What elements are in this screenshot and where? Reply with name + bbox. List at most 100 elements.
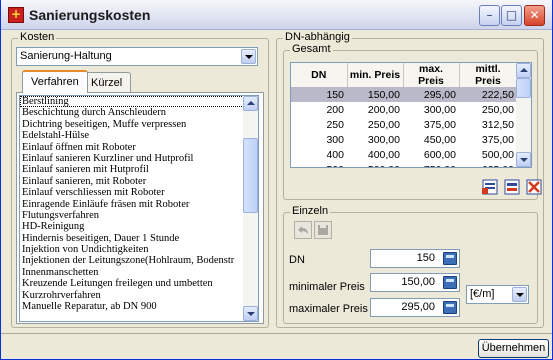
tab-kuerzel-label: Kürzel <box>91 77 123 89</box>
calculator-icon[interactable] <box>443 301 457 314</box>
list-item[interactable]: HD-Reinigung <box>20 221 258 232</box>
window-title: Sanierungskosten <box>29 7 151 23</box>
max-price-value: 295,00 <box>401 301 435 313</box>
dn-group-label: DN-abhängig <box>283 31 352 43</box>
table-cell: 375,00 <box>423 118 456 131</box>
table-cell: 250,00 <box>367 118 400 131</box>
list-item[interactable]: Berstlining <box>20 96 258 108</box>
table-cell: 150,00 <box>347 87 403 102</box>
chevron-down-icon[interactable] <box>512 287 527 302</box>
tab-verfahren-label: Verfahren <box>31 76 79 88</box>
list-item[interactable]: Dichtring beseitigen, Muffe verpressen <box>20 119 258 130</box>
unit-select[interactable]: [€/m] <box>466 285 529 304</box>
col-min-preis[interactable]: min. Preis <box>347 63 404 87</box>
table-cell: 312,50 <box>481 118 514 131</box>
scroll-down-icon[interactable] <box>516 152 531 167</box>
minimize-button[interactable]: – <box>479 5 500 26</box>
dn-scrollbar[interactable] <box>516 63 531 167</box>
main-window: + Sanierungskosten – □ ✕ Kosten Sanierun… <box>0 0 553 360</box>
scroll-thumb[interactable] <box>243 138 258 213</box>
kosten-select-value: Sanierung-Haltung <box>20 50 112 62</box>
table-cell: 300,00 <box>367 133 400 146</box>
table-cell: 500,00 <box>347 162 403 168</box>
kosten-select[interactable]: Sanierung-Haltung <box>16 47 258 66</box>
list-item[interactable]: Injektionen der Leitungszone(Hohlraum, B… <box>20 255 258 266</box>
dn-label: DN <box>289 254 305 266</box>
dn-grid: DN min. Preis max. Preis mittl. Preis 15… <box>291 63 518 168</box>
list-item[interactable]: Manuelle Reparatur, ab DN 900 <box>20 301 258 312</box>
gesamt-group-label: Gesamt <box>290 43 333 55</box>
chevron-down-icon[interactable] <box>241 49 256 64</box>
verfahren-scrollbar[interactable] <box>243 96 258 321</box>
min-price-label: minimaler Preis <box>289 281 365 293</box>
list-item[interactable]: Einragende Einläufe fräsen mit Roboter <box>20 199 258 210</box>
table-cell: 295,00 <box>403 87 459 102</box>
maximize-button[interactable]: □ <box>501 5 522 26</box>
list-item[interactable]: Innenmanschetten <box>20 267 258 278</box>
calculator-icon[interactable] <box>443 276 457 289</box>
list-item[interactable]: Einlauf verschliessen mit Roboter <box>20 187 258 198</box>
table-cell: 250,00 <box>481 103 514 116</box>
table-row[interactable]: 300 300,00 450,00 375,00 <box>291 132 517 147</box>
dn-header-row: DN min. Preis max. Preis mittl. Preis <box>291 63 518 87</box>
undo-icon[interactable] <box>294 221 312 239</box>
col-dn[interactable]: DN <box>291 63 348 87</box>
scroll-thumb[interactable] <box>516 78 531 98</box>
col-mittl-preis[interactable]: mittl. Preis <box>459 63 518 87</box>
table-cell: 400 <box>326 148 344 161</box>
apply-button[interactable]: Übernehmen <box>478 339 549 358</box>
save-icon[interactable] <box>314 221 332 239</box>
verfahren-list[interactable]: Berstlining Beschichtung durch Anschleude… <box>19 95 259 322</box>
col-max-preis[interactable]: max. Preis <box>403 63 460 87</box>
max-price-field[interactable]: 295,00 <box>370 298 460 317</box>
tab-verfahren[interactable]: Verfahren <box>22 70 88 93</box>
unit-select-value: [€/m] <box>470 288 495 300</box>
min-price-value: 150,00 <box>401 276 435 288</box>
list-item[interactable]: Hindernis beseitigen, Dauer 1 Stunde <box>20 233 258 244</box>
table-cell: 300 <box>326 133 344 146</box>
table-row[interactable]: 150 150,00 295,00 222,50 <box>291 87 517 102</box>
table-cell: 200 <box>326 103 344 116</box>
table-cell: 600,00 <box>423 148 456 161</box>
list-item[interactable]: Einlauf sanieren Kurzliner und Hutprofil <box>20 153 258 164</box>
footer-divider <box>1 333 552 334</box>
list-item[interactable]: Einlauf sanieren mit Hutprofil <box>20 164 258 175</box>
app-icon: + <box>8 7 24 23</box>
table-row[interactable]: 250 250,00 375,00 312,50 <box>291 117 517 132</box>
table-cell: 400,00 <box>367 148 400 161</box>
table-cell: 150 <box>291 87 347 102</box>
kosten-group-label: Kosten <box>18 31 57 43</box>
table-cell: 500 <box>291 162 347 168</box>
table-row[interactable]: 400 400,00 600,00 500,00 <box>291 147 517 162</box>
calculator-icon[interactable] <box>443 252 457 265</box>
max-price-label: maximaler Preis <box>289 303 368 315</box>
scroll-up-icon[interactable] <box>243 96 258 111</box>
list-item[interactable]: Kreuzende Leitungen freilegen und umbett… <box>20 278 258 289</box>
list-item[interactable]: Injektion von Undichtigkeiten <box>20 244 258 255</box>
table-row[interactable]: 500500,00750,00625,00 <box>291 162 517 168</box>
close-button[interactable]: ✕ <box>524 5 545 26</box>
table-cell: 200,00 <box>367 103 400 116</box>
delete-row-icon[interactable] <box>526 179 542 195</box>
list-item[interactable]: Einlauf sanieren, mit Roboter <box>20 176 258 187</box>
table-cell: 500,00 <box>481 148 514 161</box>
title-bar[interactable]: + Sanierungskosten – □ ✕ <box>1 0 552 30</box>
table-row[interactable]: 200 200,00 300,00 250,00 <box>291 102 517 117</box>
apply-button-label: Übernehmen <box>481 342 546 354</box>
table-cell: 450,00 <box>423 133 456 146</box>
table-cell: 250 <box>326 118 344 131</box>
dn-field-value: 150 <box>416 252 435 264</box>
scroll-up-icon[interactable] <box>516 63 531 78</box>
edit-row-icon[interactable] <box>504 179 520 195</box>
list-item[interactable]: Flutungsverfahren <box>20 210 258 221</box>
tab-kuerzel[interactable]: Kürzel <box>82 72 132 93</box>
min-price-field[interactable]: 150,00 <box>370 273 460 292</box>
dn-field[interactable]: 150 <box>370 249 460 268</box>
scroll-down-icon[interactable] <box>243 306 258 321</box>
add-row-icon[interactable] <box>482 179 498 195</box>
list-item[interactable]: Einlauf öffnen mit Roboter <box>20 142 258 153</box>
list-item[interactable]: Edelstahl-Hülse <box>20 130 258 141</box>
list-item[interactable]: Kurzrohrverfahren <box>20 290 258 301</box>
list-item[interactable]: Beschichtung durch Anschleudern <box>20 107 258 118</box>
dn-table[interactable]: DN min. Preis max. Preis mittl. Preis 15… <box>290 62 532 168</box>
